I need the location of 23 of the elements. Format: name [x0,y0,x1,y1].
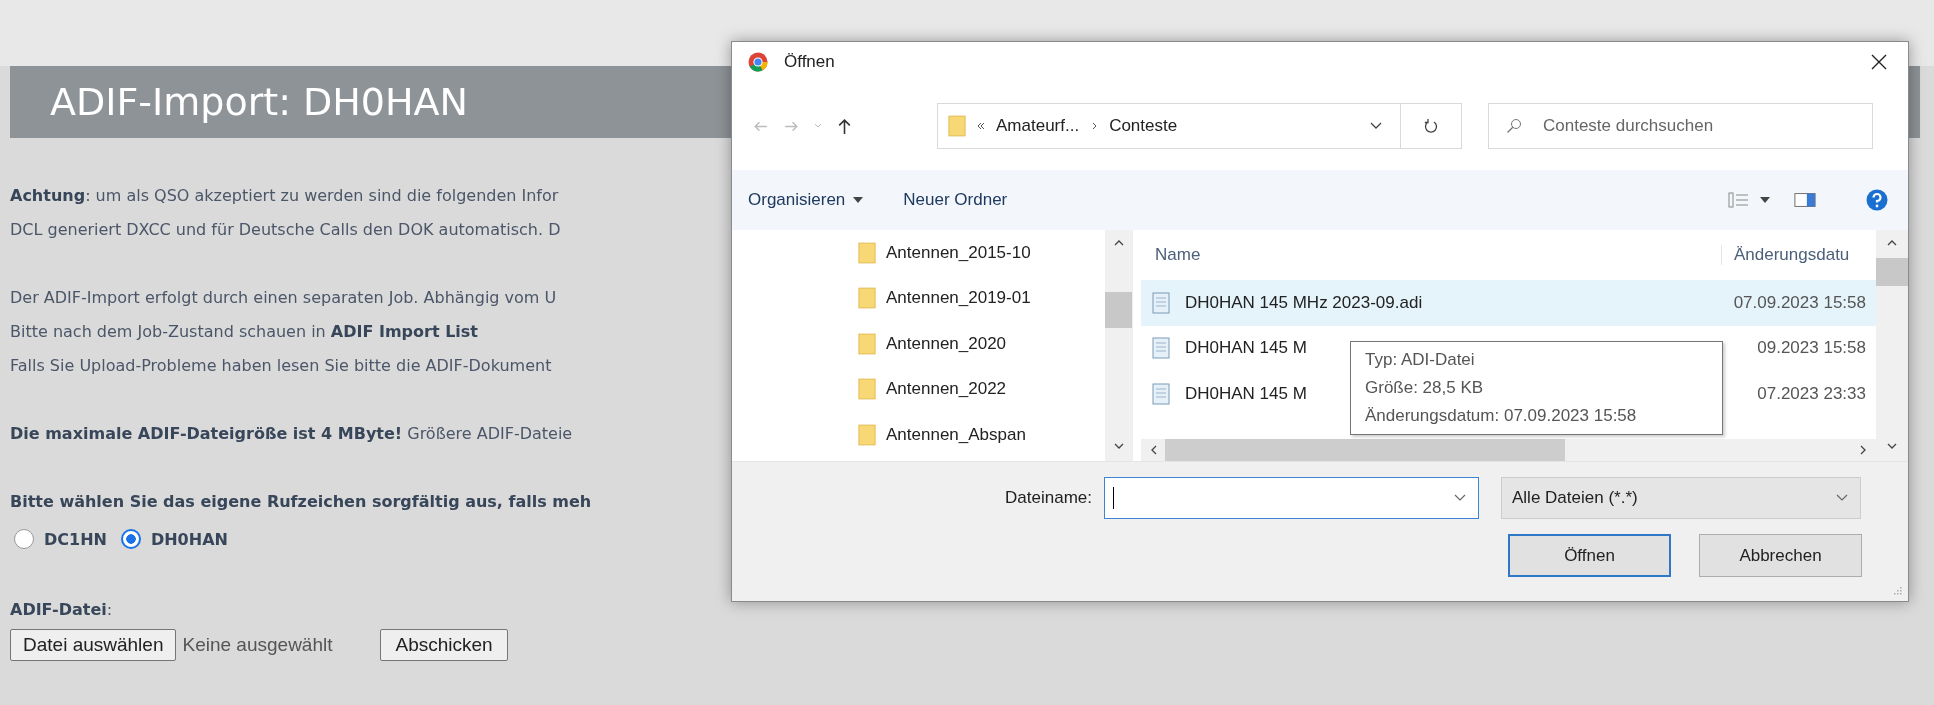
tooltip-line: Größe: 28,5 KB [1365,377,1485,399]
file-name: DH0HAN 145 M [1185,338,1307,359]
text-line: Bitte nach dem Job-Zustand schauen in ADIF Import List [10,322,478,341]
text-line: DCL generiert DXCC und für Deutsche Calls den DOK automatisch. D [10,220,561,239]
text-line: Der ADIF-Import erfolgt durch einen separaten Job. Abhängig vom U [10,288,557,307]
page-title: ADIF-Import: DH0HAN [49,80,469,124]
file-name: DH0HAN 145 MHz 2023-09.adi [1185,292,1423,313]
file-date: 09.2023 15:58 [1757,338,1866,359]
field-label: ADIF-Datei: [10,600,113,619]
tooltip-line: Typ: ADI-Datei [1365,349,1476,371]
callsign-prompt: Bitte wählen Sie das eigene Rufzeichen sorgfältig aus, falls meh [10,492,592,511]
text-line: Falls Sie Upload-Probleme haben lesen Sie bitte die ADIF-Dokument [10,356,552,375]
file-name: DH0HAN 145 M [1185,383,1307,404]
radio-label: DH0HAN [150,529,228,549]
file-status: Keine ausgewählt [182,634,333,656]
tooltip-line: Änderungsdatum: 07.09.2023 15:58 [1365,405,1638,427]
field-label: Dateiname: [1004,488,1092,508]
text-line: Die maximale ADIF-Dateigröße ist 4 MByte! Größere ADIF-Dateie [10,424,573,443]
file-date: 07.2023 23:33 [1757,383,1866,404]
file-date: 07.09.2023 15:58 [1733,292,1866,313]
radio-label: DC1HN [44,529,107,549]
dialog-title: Öffnen [784,52,835,72]
text-line: Achtung: um als QSO akzeptiert zu werden sind die folgenden Infor [10,186,559,205]
